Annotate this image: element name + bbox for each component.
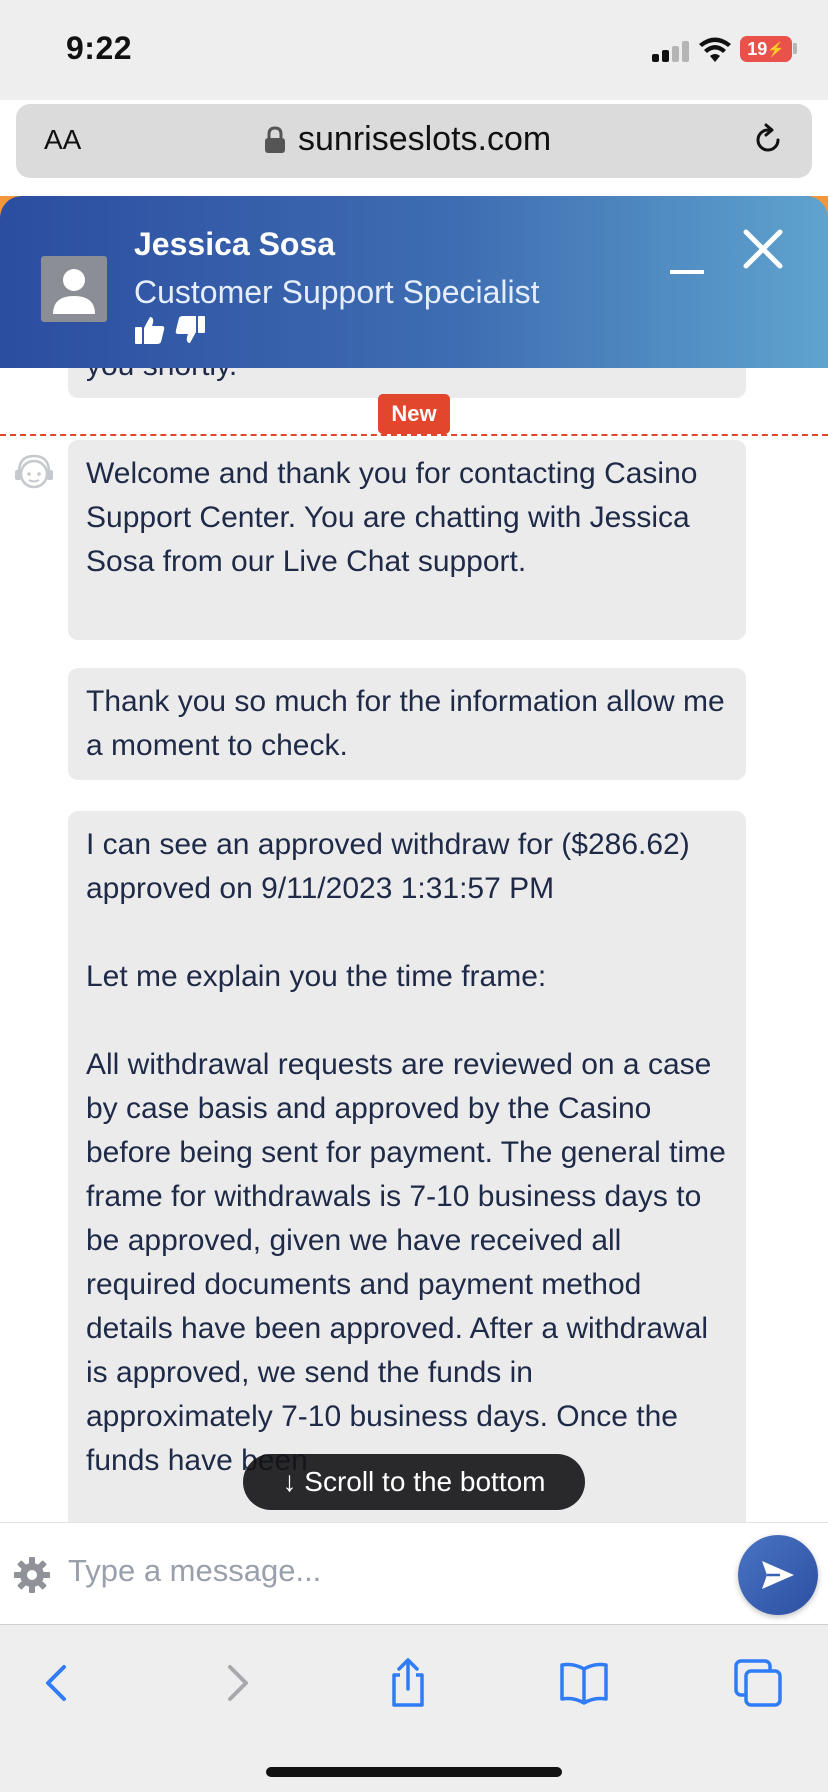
battery-level: 19 (747, 38, 768, 59)
send-button[interactable] (738, 1535, 818, 1615)
wifi-icon (699, 37, 731, 62)
message-text: you shortly. (86, 368, 728, 388)
gear-icon[interactable] (12, 1555, 52, 1595)
agent-icon (15, 454, 53, 489)
forward-icon[interactable] (208, 1655, 264, 1711)
agent-name: Jessica Sosa (134, 226, 336, 262)
charging-bolt-icon: ⚡ (767, 40, 785, 57)
minimize-icon[interactable] (670, 258, 704, 278)
avatar-icon (41, 256, 107, 322)
new-messages-divider (0, 434, 828, 436)
message-bubble: Welcome and thank you for contacting Cas… (68, 440, 746, 640)
thumbs-down-icon[interactable] (174, 314, 206, 346)
message-list[interactable]: you shortly. New Welcome and thank you f… (0, 368, 828, 1522)
close-icon[interactable] (740, 226, 786, 272)
message-bubble: I can see an approved withdraw for ($286… (68, 811, 746, 1522)
status-time: 9:22 (66, 30, 133, 66)
message-bubble: Thank you so much for the information al… (68, 668, 746, 780)
message-input[interactable] (68, 1545, 628, 1597)
back-icon[interactable] (30, 1655, 86, 1711)
agent-role: Customer Support Specialist (134, 274, 540, 310)
battery-cap (793, 43, 797, 54)
signal-icon (652, 40, 692, 62)
status-bar: 9:22 19 ⚡ (0, 0, 828, 100)
thumbs-up-icon[interactable] (134, 314, 166, 346)
bookmarks-icon[interactable] (556, 1655, 612, 1711)
address-bar[interactable]: AA sunriseslots.com (16, 104, 812, 178)
send-icon (762, 1561, 794, 1589)
home-indicator (266, 1767, 562, 1777)
url-text[interactable]: sunriseslots.com (298, 120, 551, 159)
text-size-button[interactable]: AA (44, 124, 81, 156)
lock-icon (265, 126, 285, 153)
battery-icon: 19 ⚡ (740, 36, 792, 62)
scroll-to-bottom-button[interactable]: ↓ Scroll to the bottom (243, 1454, 585, 1510)
reload-icon[interactable] (750, 122, 786, 158)
chat-header: Jessica Sosa Customer Support Specialist (0, 196, 828, 368)
rating-buttons (134, 314, 214, 346)
tabs-icon[interactable] (730, 1655, 786, 1711)
message-composer (0, 1522, 828, 1624)
browser-toolbar (0, 1624, 828, 1792)
share-icon[interactable] (380, 1655, 436, 1711)
new-badge: New (378, 394, 450, 434)
